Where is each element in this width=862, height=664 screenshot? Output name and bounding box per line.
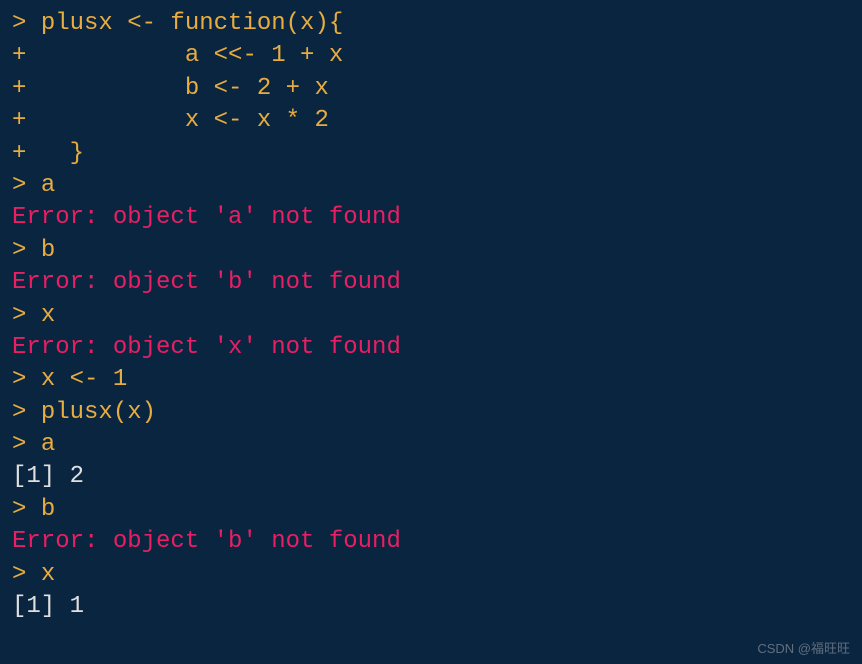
console-line: > a	[12, 170, 850, 202]
console-line: > x	[12, 559, 850, 591]
console-line: Error: object 'b' not found	[12, 526, 850, 558]
error-text: Error: object 'x' not found	[12, 334, 401, 361]
input-text: b	[41, 237, 55, 264]
prompt-symbol: +	[12, 107, 41, 134]
prompt-symbol: +	[12, 75, 41, 102]
console-line: + b <- 2 + x	[12, 73, 850, 105]
input-text: plusx(x)	[41, 399, 156, 426]
input-text: x	[41, 302, 55, 329]
input-text: x <- 1	[41, 366, 127, 393]
error-text: Error: object 'b' not found	[12, 269, 401, 296]
input-text: x <- x * 2	[41, 107, 329, 134]
error-text: Error: object 'b' not found	[12, 528, 401, 555]
prompt-symbol: >	[12, 561, 41, 588]
prompt-symbol: >	[12, 10, 41, 37]
console-line: > x <- 1	[12, 364, 850, 396]
prompt-symbol: >	[12, 237, 41, 264]
prompt-symbol: >	[12, 172, 41, 199]
input-text: a	[41, 431, 55, 458]
console-line: Error: object 'a' not found	[12, 202, 850, 234]
prompt-symbol: +	[12, 42, 41, 69]
watermark: CSDN @福旺旺	[757, 640, 850, 658]
console-line: + x <- x * 2	[12, 105, 850, 137]
console-line: Error: object 'x' not found	[12, 332, 850, 364]
console-line: > plusx <- function(x){	[12, 8, 850, 40]
prompt-symbol: >	[12, 366, 41, 393]
console-line: Error: object 'b' not found	[12, 267, 850, 299]
prompt-symbol: >	[12, 399, 41, 426]
error-text: Error: object 'a' not found	[12, 204, 401, 231]
console-line: [1] 2	[12, 461, 850, 493]
console-line: + }	[12, 138, 850, 170]
prompt-symbol: >	[12, 496, 41, 523]
input-text: x	[41, 561, 55, 588]
console-line: > b	[12, 235, 850, 267]
output-text: [1] 1	[12, 593, 84, 620]
input-text: a	[41, 172, 55, 199]
prompt-symbol: +	[12, 140, 41, 167]
input-text: b	[41, 496, 55, 523]
output-text: [1] 2	[12, 463, 84, 490]
console-line: + a <<- 1 + x	[12, 40, 850, 72]
input-text: a <<- 1 + x	[41, 42, 343, 69]
console-line: > b	[12, 494, 850, 526]
input-text: plusx <- function(x){	[41, 10, 343, 37]
console-line: [1] 1	[12, 591, 850, 623]
console-line: > x	[12, 300, 850, 332]
input-text: }	[41, 140, 84, 167]
prompt-symbol: >	[12, 431, 41, 458]
console-line: > plusx(x)	[12, 397, 850, 429]
prompt-symbol: >	[12, 302, 41, 329]
r-console[interactable]: > plusx <- function(x){+ a <<- 1 + x+ b …	[12, 8, 850, 623]
input-text: b <- 2 + x	[41, 75, 329, 102]
console-line: > a	[12, 429, 850, 461]
